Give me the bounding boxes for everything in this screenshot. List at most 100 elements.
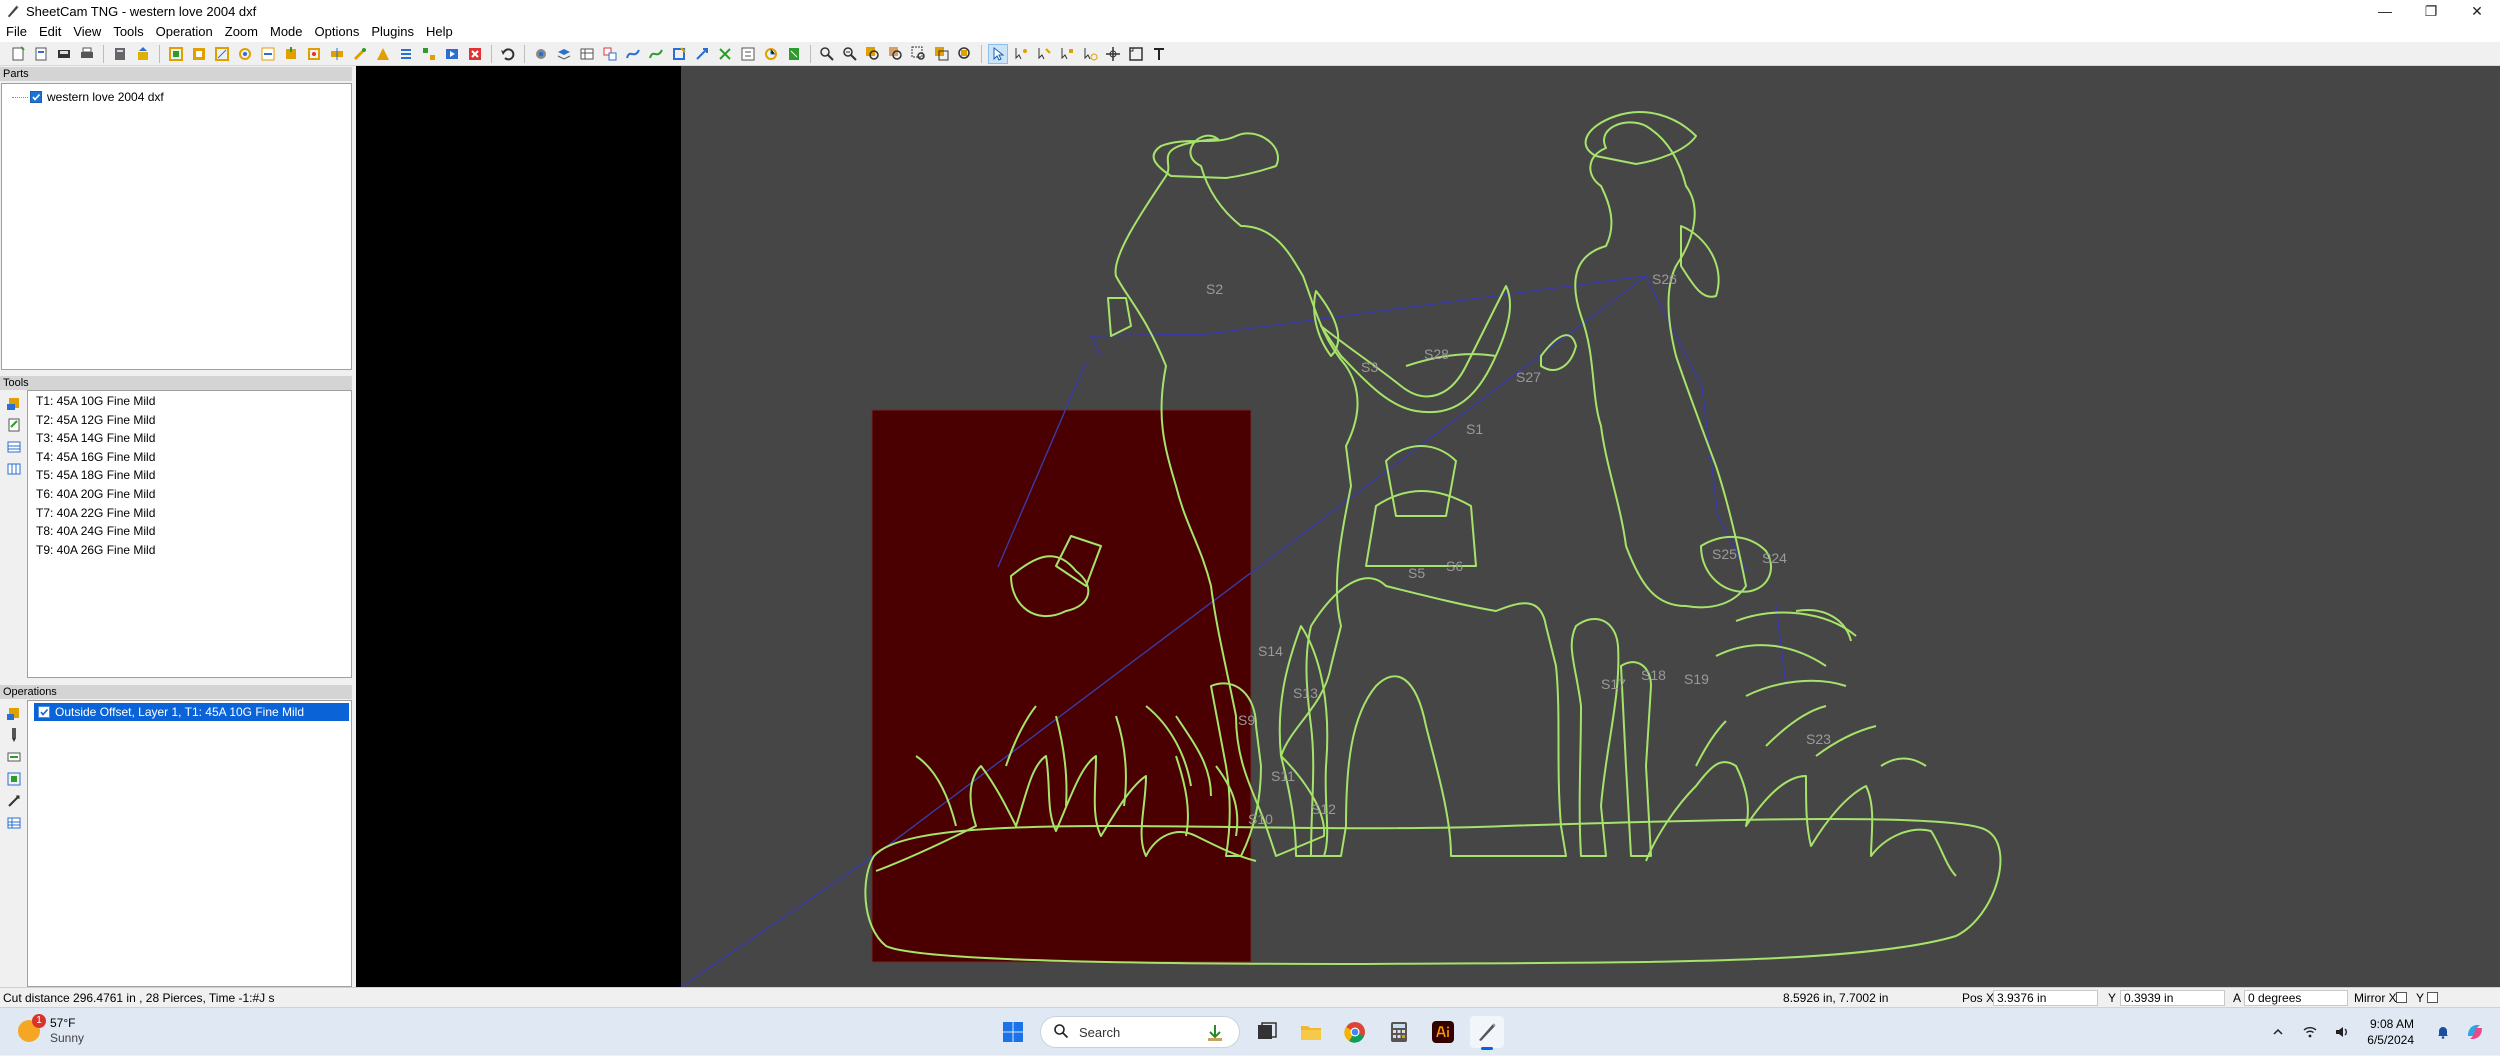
copilot-icon[interactable]	[2462, 1019, 2488, 1045]
close-button[interactable]: ✕	[2454, 0, 2500, 22]
op-tapping-icon[interactable]	[350, 44, 370, 64]
select-pointer-icon[interactable]	[988, 43, 1008, 64]
operation-checkbox[interactable]	[38, 706, 50, 718]
view-cut-icon[interactable]	[784, 44, 804, 64]
op-drill-icon[interactable]	[235, 44, 255, 64]
tool-item[interactable]: T6: 40A 20G Fine Mild	[28, 485, 351, 504]
print-icon[interactable]	[77, 44, 97, 64]
view-lead-in-icon[interactable]	[692, 44, 712, 64]
sheetcam-taskbar-icon[interactable]	[1470, 1016, 1504, 1050]
weather-widget[interactable]: 1 57°F Sunny	[18, 1014, 84, 1046]
task-view-icon[interactable]	[1250, 1016, 1284, 1048]
chrome-icon[interactable]	[1338, 1016, 1372, 1048]
op-outside-offset-icon[interactable]	[166, 44, 186, 64]
op-engrave-icon[interactable]	[258, 44, 278, 64]
new-operation-icon[interactable]	[5, 704, 23, 722]
menu-operation[interactable]: Operation	[150, 22, 219, 42]
part-item[interactable]: western love 2004 dxf	[2, 88, 351, 106]
select-lead-icon[interactable]	[1034, 44, 1054, 64]
system-clock[interactable]: 9:08 AM 6/5/2024	[2367, 1016, 2414, 1048]
tray-overflow-icon[interactable]	[2265, 1019, 2291, 1045]
tool-table-icon[interactable]	[5, 438, 23, 456]
op-start-point-icon[interactable]	[373, 44, 393, 64]
zoom-out-icon[interactable]	[840, 44, 860, 64]
minimize-button[interactable]: —	[2362, 0, 2408, 22]
part-checkbox[interactable]	[30, 91, 42, 103]
zoom-parts-icon[interactable]	[863, 44, 883, 64]
menu-mode[interactable]: Mode	[264, 22, 309, 42]
menu-view[interactable]: View	[67, 22, 107, 42]
view-tools-icon[interactable]	[531, 44, 551, 64]
notifications-bell-icon[interactable]	[2430, 1019, 2456, 1045]
angle-field[interactable]: 0 degrees	[2244, 990, 2348, 1006]
menu-plugins[interactable]: Plugins	[365, 22, 420, 42]
pos-y-field[interactable]: 0.3939 in	[2120, 990, 2225, 1006]
tool-item[interactable]: T5: 45A 18G Fine Mild	[28, 466, 351, 485]
file-explorer-icon[interactable]	[1294, 1016, 1328, 1048]
zoom-in-icon[interactable]	[817, 44, 837, 64]
tool-item[interactable]: T1: 45A 10G Fine Mild	[28, 392, 351, 411]
view-angles-icon[interactable]	[715, 44, 735, 64]
taskbar-search[interactable]: Search	[1040, 1016, 1240, 1048]
new-tool-icon[interactable]	[5, 394, 23, 412]
start-windows-icon[interactable]	[996, 1016, 1030, 1048]
op-laser-icon[interactable]	[327, 44, 347, 64]
op-inside-offset-icon[interactable]	[189, 44, 209, 64]
tool-item[interactable]: T3: 45A 14G Fine Mild	[28, 429, 351, 448]
view-parts-icon[interactable]	[600, 44, 620, 64]
engrave-operation-icon[interactable]	[5, 748, 23, 766]
wifi-icon[interactable]	[2297, 1019, 2323, 1045]
tool-library-icon[interactable]	[5, 460, 23, 478]
post-process-icon[interactable]	[133, 44, 153, 64]
view-paths-icon[interactable]	[623, 44, 643, 64]
move-origin-icon[interactable]	[1103, 44, 1123, 64]
menu-edit[interactable]: Edit	[33, 22, 67, 42]
op-plasma-mark-icon[interactable]	[304, 44, 324, 64]
view-simulate-icon[interactable]	[761, 44, 781, 64]
save-job-icon[interactable]	[54, 44, 74, 64]
tool-item[interactable]: T7: 40A 22G Fine Mild	[28, 504, 351, 523]
select-start-point-icon[interactable]	[1011, 44, 1031, 64]
op-pocket-icon[interactable]	[212, 44, 232, 64]
measure-icon[interactable]	[1126, 44, 1146, 64]
view-code-icon[interactable]	[738, 44, 758, 64]
calculator-icon[interactable]	[110, 44, 130, 64]
view-table-icon[interactable]	[577, 44, 597, 64]
open-job-icon[interactable]	[31, 44, 51, 64]
menu-tools[interactable]: Tools	[107, 22, 149, 42]
zoom-stock-icon[interactable]	[886, 44, 906, 64]
view-rapids-icon[interactable]	[646, 44, 666, 64]
menu-help[interactable]: Help	[420, 22, 459, 42]
tool-item[interactable]: T9: 40A 26G Fine Mild	[28, 541, 351, 560]
drawing-canvas[interactable]: S2 S26 S28 S3 S27 S1 S25 S24 S5 S6 S14 S…	[356, 66, 2500, 987]
menu-file[interactable]: File	[0, 22, 33, 42]
op-run-icon[interactable]	[442, 44, 462, 64]
volume-icon[interactable]	[2329, 1019, 2355, 1045]
offset-operation-icon[interactable]	[5, 770, 23, 788]
op-plasma-icon[interactable]	[281, 44, 301, 64]
select-order-icon[interactable]	[1080, 44, 1100, 64]
calculator-app-icon[interactable]	[1382, 1016, 1416, 1048]
zoom-window-icon[interactable]	[909, 44, 929, 64]
drill-operation-icon[interactable]	[5, 726, 23, 744]
new-job-icon[interactable]	[8, 44, 28, 64]
maximize-button[interactable]: ❐	[2408, 0, 2454, 22]
tool-item[interactable]: T2: 45A 12G Fine Mild	[28, 411, 351, 430]
operation-table-icon[interactable]	[5, 814, 23, 832]
menu-zoom[interactable]: Zoom	[219, 22, 264, 42]
op-nest-icon[interactable]	[419, 44, 439, 64]
mirror-y-checkbox[interactable]	[2427, 992, 2438, 1003]
view-outline-icon[interactable]	[669, 44, 689, 64]
zoom-fit-icon[interactable]	[955, 44, 975, 64]
text-tool-icon[interactable]	[1149, 44, 1169, 64]
view-layers-icon[interactable]	[554, 44, 574, 64]
tool-item[interactable]: T4: 45A 16G Fine Mild	[28, 448, 351, 467]
mirror-x-checkbox[interactable]	[2396, 992, 2407, 1003]
op-delete-icon[interactable]	[465, 44, 485, 64]
pos-x-field[interactable]: 3.9376 in	[1993, 990, 2098, 1006]
undo-icon[interactable]	[498, 44, 518, 64]
tool-item[interactable]: T8: 40A 24G Fine Mild	[28, 522, 351, 541]
zoom-all-icon[interactable]	[932, 44, 952, 64]
op-sort-icon[interactable]	[396, 44, 416, 64]
operation-item[interactable]: Outside Offset, Layer 1, T1: 45A 10G Fin…	[34, 703, 349, 721]
